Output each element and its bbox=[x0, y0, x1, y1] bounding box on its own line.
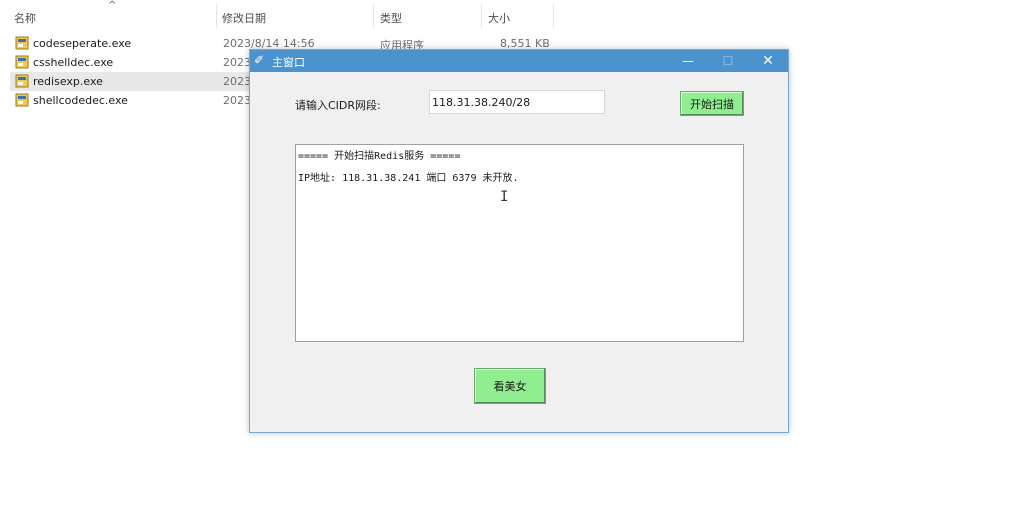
column-header-type[interactable]: 类型 bbox=[380, 10, 402, 26]
column-divider[interactable] bbox=[481, 4, 482, 28]
output-line: ===== 开始扫描Redis服务 ===== bbox=[298, 151, 461, 162]
exe-file-icon bbox=[15, 74, 29, 88]
file-date: 2023 bbox=[223, 56, 251, 69]
file-date: 2023 bbox=[223, 75, 251, 88]
exe-file-icon bbox=[15, 55, 29, 69]
text-cursor-icon: I bbox=[500, 189, 509, 205]
file-name: redisexp.exe bbox=[33, 75, 103, 88]
main-window: ✐ 主窗口 — ☐ ✕ 请输入CIDR网段: 开始扫描 ===== 开始扫描Re… bbox=[249, 49, 789, 433]
view-girls-button[interactable]: 看美女 bbox=[474, 368, 546, 404]
title-bar[interactable]: ✐ 主窗口 — ☐ ✕ bbox=[250, 50, 788, 72]
file-date: 2023 bbox=[223, 94, 251, 107]
column-divider[interactable] bbox=[216, 4, 217, 28]
scan-output-textbox[interactable]: ===== 开始扫描Redis服务 ===== IP地址: 118.31.38.… bbox=[295, 144, 744, 342]
window-title: 主窗口 bbox=[272, 56, 305, 69]
sort-ascending-icon: ^ bbox=[108, 0, 117, 11]
column-divider[interactable] bbox=[373, 4, 374, 28]
output-line: IP地址: 118.31.38.241 端口 6379 未开放. bbox=[298, 173, 519, 184]
file-name: csshelldec.exe bbox=[33, 56, 114, 69]
column-header-name[interactable]: 名称 bbox=[14, 10, 36, 26]
file-name: codeseperate.exe bbox=[33, 37, 132, 50]
column-header-bar: ^ 名称 修改日期 类型 大小 bbox=[0, 0, 560, 32]
exe-file-icon bbox=[15, 93, 29, 107]
close-button[interactable]: ✕ bbox=[748, 50, 788, 72]
column-header-date[interactable]: 修改日期 bbox=[222, 10, 266, 26]
file-name: shellcodedec.exe bbox=[33, 94, 128, 107]
cidr-input[interactable] bbox=[429, 90, 605, 114]
start-scan-button[interactable]: 开始扫描 bbox=[680, 91, 744, 116]
column-header-size[interactable]: 大小 bbox=[488, 10, 510, 26]
cidr-label: 请输入CIDR网段: bbox=[295, 99, 381, 112]
column-divider[interactable] bbox=[553, 4, 554, 28]
maximize-button[interactable]: ☐ bbox=[708, 50, 748, 72]
feather-icon: ✐ bbox=[254, 53, 265, 67]
exe-file-icon bbox=[15, 36, 29, 50]
minimize-button[interactable]: — bbox=[668, 50, 708, 72]
